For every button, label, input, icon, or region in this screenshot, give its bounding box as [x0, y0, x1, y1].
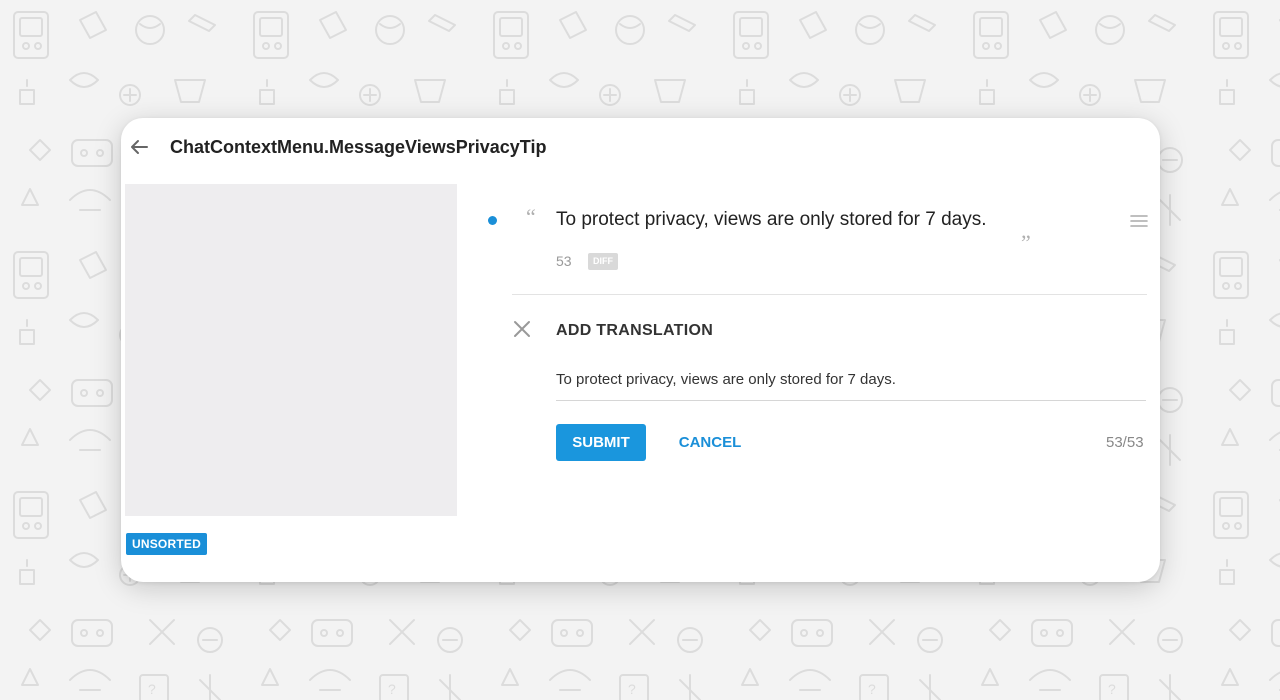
- translation-input[interactable]: [556, 367, 1146, 401]
- string-key-title: ChatContextMenu.MessageViewsPrivacyTip: [170, 137, 547, 157]
- close-editor-button[interactable]: [513, 320, 531, 338]
- quote-open-icon: “: [526, 204, 536, 229]
- status-dot-icon: [488, 216, 497, 225]
- cancel-button[interactable]: CANCEL: [669, 424, 751, 461]
- source-string: To protect privacy, views are only store…: [556, 209, 987, 230]
- submit-button[interactable]: SUBMIT: [556, 424, 646, 461]
- screenshot-placeholder[interactable]: [125, 184, 457, 516]
- section-divider: [512, 294, 1147, 295]
- quote-close-icon: „: [1021, 218, 1031, 243]
- translation-card: ChatContextMenu.MessageViewsPrivacyTip U…: [121, 118, 1160, 582]
- char-counter: 53/53: [1106, 434, 1144, 451]
- back-button[interactable]: [127, 135, 151, 159]
- source-char-count: 53: [556, 253, 572, 269]
- menu-icon[interactable]: [1130, 214, 1148, 228]
- close-icon: [514, 321, 530, 337]
- arrow-left-icon: [131, 140, 148, 154]
- diff-button[interactable]: DIFF: [588, 253, 618, 270]
- add-translation-heading: ADD TRANSLATION: [556, 322, 714, 339]
- unsorted-tag[interactable]: UNSORTED: [126, 533, 207, 555]
- card-header: ChatContextMenu.MessageViewsPrivacyTip: [121, 118, 1160, 176]
